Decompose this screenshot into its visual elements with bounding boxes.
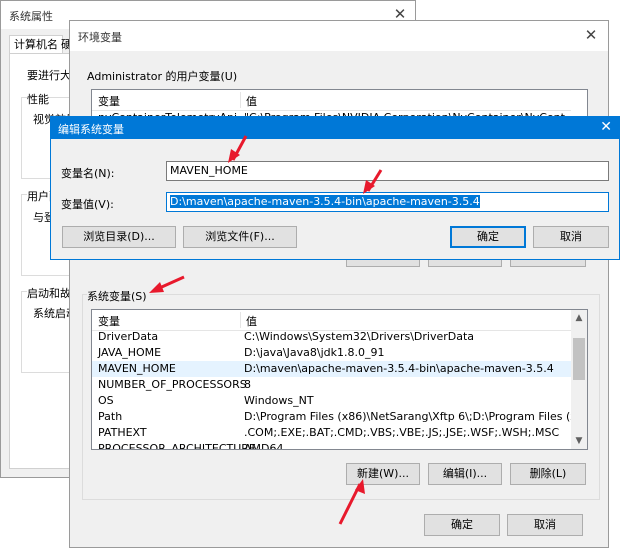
system-row-java-home[interactable]: JAVA_HOME D:\java\Java8\jdk1.8.0_91 (92, 345, 571, 361)
system-variables-label: 系统变量(S) (87, 288, 150, 304)
scroll-down-icon[interactable]: ▼ (571, 433, 587, 449)
system-new-button[interactable]: 新建(W)... (346, 463, 420, 485)
system-row-pathext[interactable]: PATHEXT .COM;.EXE;.BAT;.CMD;.VBS;.VBE;.J… (92, 425, 571, 441)
system-row-number-of-processors[interactable]: NUMBER_OF_PROCESSORS 8 (92, 377, 571, 393)
env-cancel-button[interactable]: 取消 (507, 514, 583, 536)
edit-system-variable-dialog: 编辑系统变量 ✕ 变量名(N): MAVEN_HOME 变量值(V): D:\m… (50, 116, 620, 260)
variable-value-input[interactable]: D:\maven\apache-maven-3.5.4-bin\apache-m… (166, 192, 609, 212)
tab-computer-name[interactable]: 计算机名 (9, 35, 63, 54)
system-delete-button[interactable]: 删除(L) (510, 463, 586, 485)
system-row-maven-home[interactable]: MAVEN_HOME D:\maven\apache-maven-3.5.4-b… (92, 361, 571, 377)
edit-ok-button[interactable]: 确定 (450, 226, 526, 248)
variable-name-label: 变量名(N): (61, 167, 115, 180)
close-icon[interactable]: ✕ (600, 119, 612, 135)
scrollbar-thumb[interactable] (573, 338, 585, 380)
user-header-value[interactable]: 值 (246, 93, 257, 109)
environment-variables-window: 环境变量 ✕ Administrator 的用户变量(U) 变量 值 nvCon… (69, 20, 609, 548)
edit-titlebar: 编辑系统变量 ✕ (51, 117, 619, 139)
edit-title: 编辑系统变量 (58, 123, 124, 136)
system-list-header: 变量 值 (92, 310, 571, 331)
system-variables-list[interactable]: 变量 值 DriverData C:\Windows\System32\Driv… (91, 309, 588, 450)
user-variables-label: Administrator 的用户变量(U) (87, 68, 241, 84)
env-title: 环境变量 (78, 31, 122, 44)
user-header-name[interactable]: 变量 (98, 93, 120, 109)
system-header-value[interactable]: 值 (246, 313, 257, 329)
system-edit-button[interactable]: 编辑(I)... (428, 463, 502, 485)
scroll-up-icon[interactable]: ▲ (571, 310, 587, 326)
env-ok-button[interactable]: 确定 (424, 514, 500, 536)
system-header-name[interactable]: 变量 (98, 313, 120, 329)
variable-value-label: 变量值(V): (61, 198, 114, 211)
system-row-processor-architecture[interactable]: PROCESSOR_ARCHITECTURE AMD64 (92, 441, 571, 449)
browse-directory-button[interactable]: 浏览目录(D)... (62, 226, 176, 248)
env-titlebar: 环境变量 ✕ (70, 21, 608, 51)
user-list-header: 变量 值 (92, 90, 571, 111)
browse-file-button[interactable]: 浏览文件(F)... (183, 226, 297, 248)
edit-cancel-button[interactable]: 取消 (533, 226, 609, 248)
close-icon[interactable]: ✕ (582, 26, 600, 44)
system-row-os[interactable]: OS Windows_NT (92, 393, 571, 409)
system-list-scrollbar[interactable]: ▲ ▼ (571, 310, 587, 449)
system-row-path[interactable]: Path D:\Program Files (x86)\NetSarang\Xf… (92, 409, 587, 425)
system-row-driverdata[interactable]: DriverData C:\Windows\System32\Drivers\D… (92, 329, 571, 345)
performance-label: 性能 (27, 91, 49, 107)
variable-name-input[interactable]: MAVEN_HOME (166, 161, 609, 181)
system-properties-title: 系统属性 (9, 10, 53, 23)
